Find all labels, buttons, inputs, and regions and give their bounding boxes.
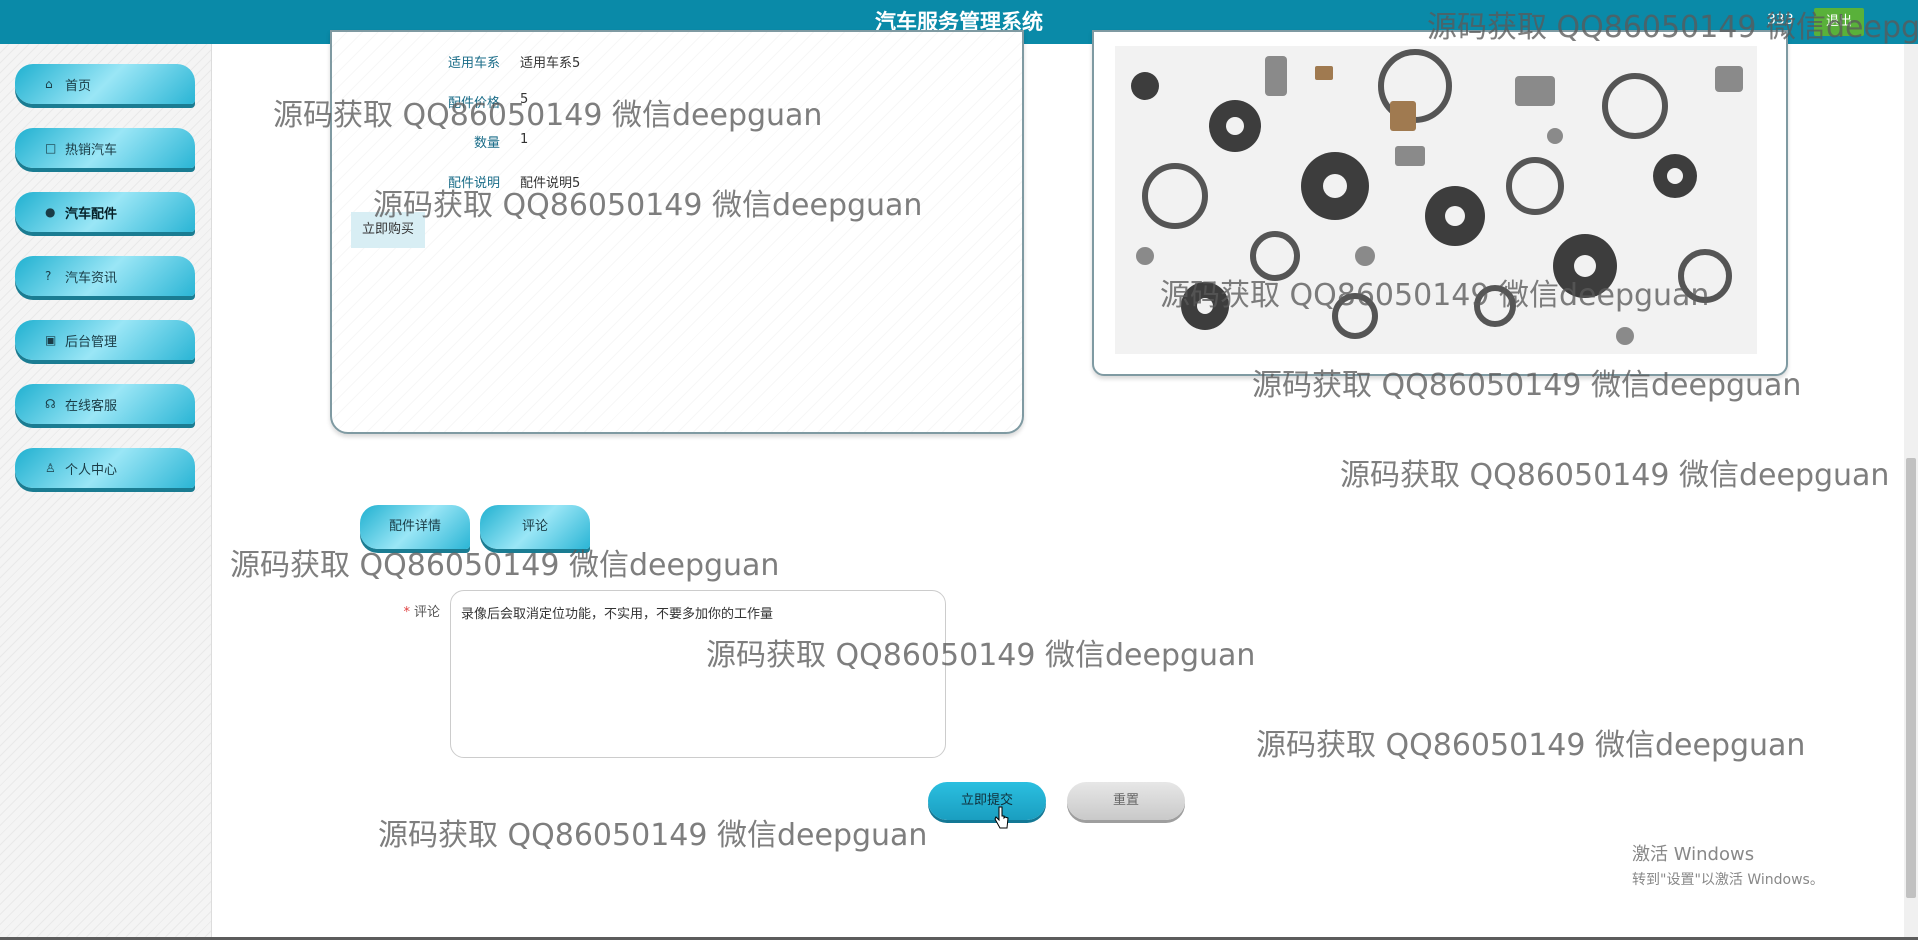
price-value: 5 [520,92,529,107]
sidebar-item-label: 个人中心 [65,462,118,478]
part-detail-panel [330,30,1024,434]
quantity-value[interactable]: 1 [520,132,528,147]
comment-label: * 评论 [380,601,440,620]
hand-cursor-icon [994,806,1009,829]
car-parts-image [1115,46,1757,354]
activation-subtitle: 转到"设置"以激活 Windows。 [1632,872,1824,888]
sidebar-item-label: 热销汽车 [65,142,118,158]
sidebar-item-online-service[interactable]: ☊ 在线客服 [15,384,195,424]
sidebar-item-label: 后台管理 [65,334,118,350]
home-icon: ⌂ [45,77,53,91]
car-parts-illustration [1115,46,1757,354]
required-mark: * [403,605,410,620]
page-scrollbar[interactable] [1904,44,1918,940]
description-label: 配件说明 [447,176,500,191]
sidebar-item-car-parts[interactable]: ● 汽车配件 [15,192,195,232]
scrollbar-thumb[interactable] [1906,458,1916,898]
username-label[interactable]: 333 [1767,12,1794,28]
tab-comments[interactable]: 评论 [480,505,590,549]
comment-label-text: 评论 [413,605,440,620]
sidebar-item-label: 汽车资讯 [65,270,118,286]
info-icon: ● [45,205,56,219]
windows-activation-notice: 激活 Windows 转到"设置"以激活 Windows。 [1632,840,1824,889]
sidebar-item-label: 首页 [65,78,92,94]
sidebar-item-label: 在线客服 [65,398,118,414]
quantity-label: 数量 [473,136,500,151]
watermark: 源码获取 QQ86050149 微信deepguan [1256,728,1806,763]
reset-button[interactable]: 重置 [1067,782,1185,820]
submit-button[interactable]: 立即提交 [928,782,1046,820]
activation-title: 激活 Windows [1632,844,1755,865]
sidebar-item-home[interactable]: ⌂ 首页 [15,64,195,104]
sidebar-item-hot-cars[interactable]: □ 热销汽车 [15,128,195,168]
bag-icon: □ [45,141,57,155]
sidebar-item-profile[interactable]: ♙ 个人中心 [15,448,195,488]
briefcase-icon: ▣ [45,333,57,347]
watermark: 源码获取 QQ86050149 微信deepguan [378,818,928,853]
product-image-frame [1092,30,1788,376]
description-value: 配件说明5 [520,176,581,191]
logout-button[interactable]: 退出 [1814,8,1864,36]
sidebar-item-admin[interactable]: ▣ 后台管理 [15,320,195,360]
sidebar-item-car-news[interactable]: ? 汽车资讯 [15,256,195,296]
question-icon: ? [45,269,52,283]
tab-part-details[interactable]: 配件详情 [360,505,470,549]
user-icon: ♙ [45,461,56,475]
series-value: 适用车系5 [520,56,581,71]
comment-textarea[interactable]: 录像后会取消定位功能，不实用，不要多加你的工作量 [450,590,946,758]
sidebar-item-label: 汽车配件 [65,206,118,222]
price-label: 配件价格 [447,96,500,111]
headset-icon: ☊ [45,397,56,411]
watermark: 源码获取 QQ86050149 微信deepguan [1340,458,1890,493]
sidebar: ⌂ 首页 □ 热销汽车 ● 汽车配件 ? 汽车资讯 ▣ 后台管理 ☊ 在线客服 … [0,44,212,940]
buy-now-button[interactable]: 立即购买 [351,212,425,248]
series-label: 适用车系 [447,56,500,71]
